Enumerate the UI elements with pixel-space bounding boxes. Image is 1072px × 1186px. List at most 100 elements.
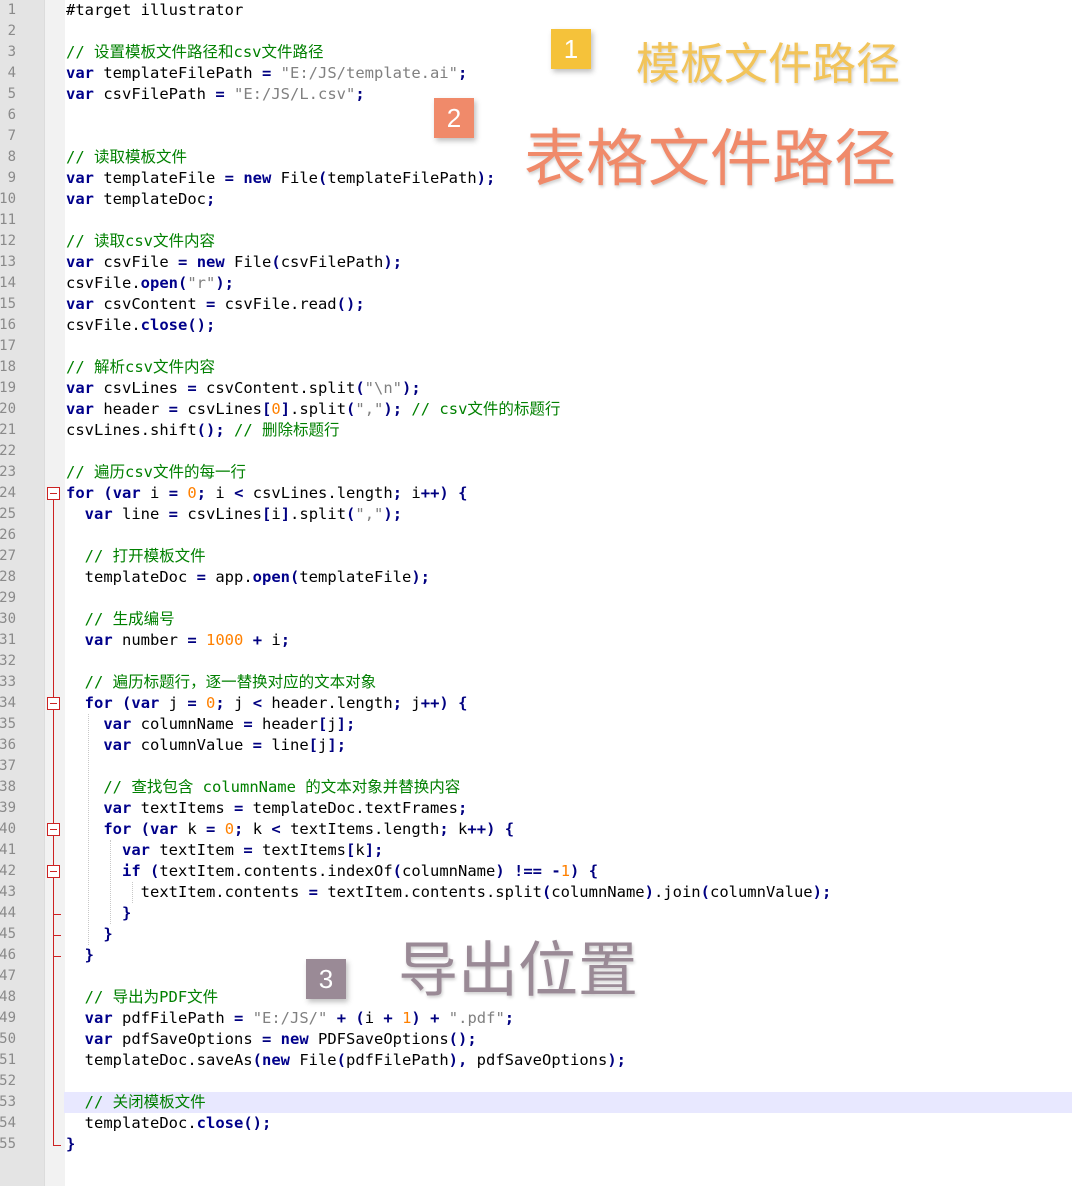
code-line[interactable]: 41 var textItem = textItems[k];	[0, 840, 1072, 861]
line-number: 5	[7, 86, 16, 102]
line-number: 33	[0, 674, 16, 690]
code-line[interactable]: 34 for (var j = 0; j < header.length; j+…	[0, 693, 1072, 714]
line-number: 9	[7, 170, 16, 186]
line-number: 31	[0, 632, 16, 648]
line-number: 51	[0, 1052, 16, 1068]
annotation-badge-2: 2	[434, 98, 474, 138]
code-line[interactable]: 50 var pdfSaveOptions = new PDFSaveOptio…	[0, 1029, 1072, 1050]
fold-minus-icon[interactable]	[47, 865, 60, 878]
code-line[interactable]: 31 var number = 1000 + i;	[0, 630, 1072, 651]
code-line[interactable]: 13 var csvFile = new File(csvFilePath);	[0, 252, 1072, 273]
code-line[interactable]: 33 // 遍历标题行，逐一替换对应的文本对象	[0, 672, 1072, 693]
code-line[interactable]: 29	[0, 588, 1072, 609]
code-line[interactable]: 38 // 查找包含 columnName 的文本对象并替换内容	[0, 777, 1072, 798]
code-line[interactable]: 49 var pdfFilePath = "E:/JS/" + (i + 1) …	[0, 1008, 1072, 1029]
code-line[interactable]: 18 // 解析csv文件内容	[0, 357, 1072, 378]
code-line[interactable]: 23 // 遍历csv文件的每一行	[0, 462, 1072, 483]
line-code: for (var j = 0; j < header.length; j++) …	[84, 694, 468, 712]
line-number: 52	[0, 1073, 16, 1089]
line-number: 22	[0, 443, 16, 459]
line-number: 41	[0, 842, 16, 858]
line-code: csvLines.shift(); // 删除标题行	[66, 421, 340, 439]
line-number: 13	[0, 254, 16, 270]
code-line[interactable]: 51 templateDoc.saveAs(new File(pdfFilePa…	[0, 1050, 1072, 1071]
line-number: 42	[0, 863, 16, 879]
code-line[interactable]: 26	[0, 525, 1072, 546]
code-line[interactable]: 30 // 生成编号	[0, 609, 1072, 630]
code-line[interactable]: 37	[0, 756, 1072, 777]
code-line[interactable]: 44 }	[0, 903, 1072, 924]
code-line[interactable]: 4 var templateFilePath = "E:/JS/template.…	[0, 63, 1072, 84]
annotation-label-3: 导出位置	[398, 936, 638, 1006]
code-line[interactable]: 20 var header = csvLines[0].split(","); /…	[0, 399, 1072, 420]
line-number: 1	[7, 2, 16, 18]
annotation-label-2: 表格文件路径	[524, 122, 897, 195]
line-code: }	[103, 925, 113, 943]
code-line[interactable]: 32	[0, 651, 1072, 672]
line-number: 30	[0, 611, 16, 627]
code-line[interactable]: 15 var csvContent = csvFile.read();	[0, 294, 1072, 315]
line-number: 27	[0, 548, 16, 564]
code-line[interactable]: 25 var line = csvLines[i].split(",");	[0, 504, 1072, 525]
line-code: var columnValue = line[j];	[103, 736, 347, 754]
line-code: var templateFilePath = "E:/JS/template.a…	[66, 64, 468, 82]
code-line[interactable]: 39 var textItems = templateDoc.textFrame…	[0, 798, 1072, 819]
code-line[interactable]: 14 csvFile.open("r");	[0, 273, 1072, 294]
line-code: // 打开模板文件	[84, 547, 206, 565]
fold-minus-icon[interactable]	[47, 697, 60, 710]
line-number: 39	[0, 800, 16, 816]
line-number: 16	[0, 317, 16, 333]
code-line[interactable]: 22	[0, 441, 1072, 462]
line-code: #target illustrator	[66, 1, 244, 19]
line-number: 46	[0, 947, 16, 963]
code-line[interactable]: 53 // 关闭模板文件	[0, 1092, 1072, 1113]
code-line[interactable]: 17	[0, 336, 1072, 357]
line-code: }	[66, 1135, 76, 1153]
line-code: // 设置模板文件路径和csv文件路径	[66, 43, 324, 61]
code-line[interactable]: 19 var csvLines = csvContent.split("\n");	[0, 378, 1072, 399]
line-number: 7	[7, 128, 16, 144]
line-code: if (textItem.contents.indexOf(columnName…	[122, 862, 599, 880]
code-line[interactable]: 12 // 读取csv文件内容	[0, 231, 1072, 252]
code-line[interactable]: 35 var columnName = header[j];	[0, 714, 1072, 735]
code-line[interactable]: 40 for (var k = 0; k < textItems.length;…	[0, 819, 1072, 840]
line-code: // 读取模板文件	[66, 148, 187, 166]
code-line[interactable]: 2	[0, 21, 1072, 42]
line-number: 4	[7, 65, 16, 81]
fold-minus-icon[interactable]	[47, 823, 60, 836]
code-line[interactable]: 43 textItem.contents = textItem.contents…	[0, 882, 1072, 903]
code-line[interactable]: 36 var columnValue = line[j];	[0, 735, 1072, 756]
line-number: 54	[0, 1115, 16, 1131]
line-number: 11	[0, 212, 16, 228]
code-line[interactable]: 24 for (var i = 0; i < csvLines.length; i…	[0, 483, 1072, 504]
line-code: var textItem = textItems[k];	[122, 841, 384, 859]
code-line[interactable]: 11	[0, 210, 1072, 231]
line-code: // 读取csv文件内容	[66, 232, 215, 250]
code-line[interactable]: 28 templateDoc = app.open(templateFile);	[0, 567, 1072, 588]
code-line[interactable]: 27 // 打开模板文件	[0, 546, 1072, 567]
line-number: 36	[0, 737, 16, 753]
code-line[interactable]: 52	[0, 1071, 1072, 1092]
line-number: 23	[0, 464, 16, 480]
line-code: textItem.contents = textItem.contents.sp…	[66, 883, 832, 901]
code-line[interactable]: 16 csvFile.close();	[0, 315, 1072, 336]
line-number: 8	[7, 149, 16, 165]
line-number: 43	[0, 884, 16, 900]
code-line[interactable]: 5 var csvFilePath = "E:/JS/L.csv";	[0, 84, 1072, 105]
code-line[interactable]: 54 templateDoc.close();	[0, 1113, 1072, 1134]
fold-range-line	[53, 878, 54, 1145]
code-line[interactable]: 55}	[0, 1134, 1072, 1155]
code-line[interactable]: 3 // 设置模板文件路径和csv文件路径	[0, 42, 1072, 63]
line-number: 2	[7, 23, 16, 39]
code-line[interactable]: 1 #target illustrator	[0, 0, 1072, 21]
fold-minus-icon[interactable]	[47, 487, 60, 500]
fold-end-tick	[53, 956, 61, 957]
line-code: csvFile.open("r");	[66, 274, 235, 292]
code-line[interactable]: 21 csvLines.shift(); // 删除标题行	[0, 420, 1072, 441]
code-line[interactable]: 42 if (textItem.contents.indexOf(columnN…	[0, 861, 1072, 882]
indent-guide	[132, 882, 133, 903]
indent-guide	[110, 840, 111, 924]
line-number: 17	[0, 338, 16, 354]
line-number: 14	[0, 275, 16, 291]
line-code: var templateFile = new File(templateFile…	[66, 169, 496, 187]
